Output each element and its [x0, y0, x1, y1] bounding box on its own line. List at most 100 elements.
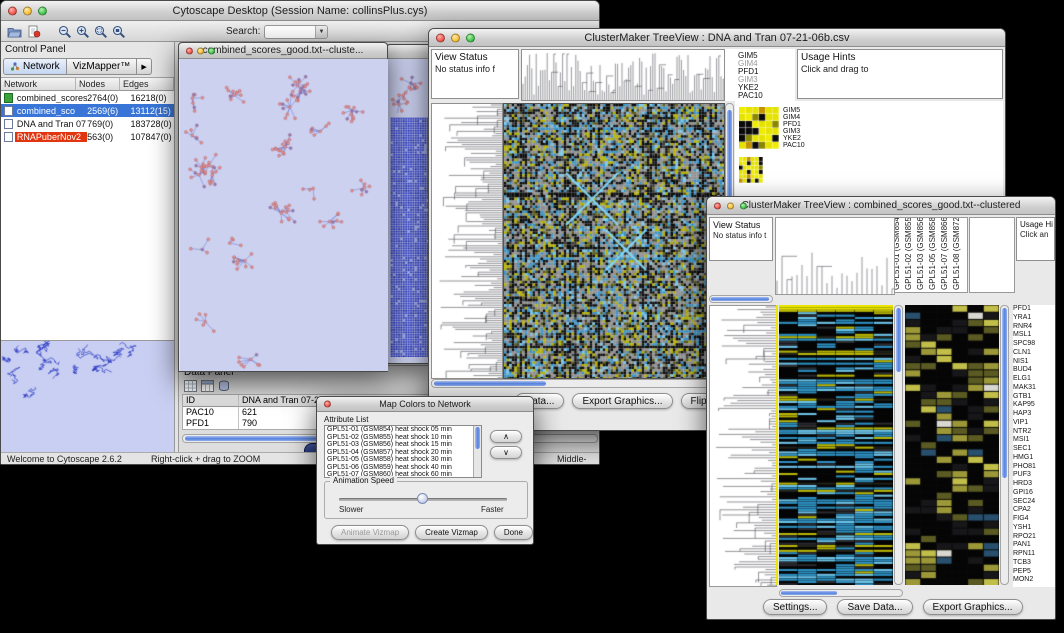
map-colors-dialog[interactable]: Map Colors to Network Attribute List GPL…	[316, 396, 534, 545]
attribute-list[interactable]: GPL51-01 (GSM854) heat shock 05 minGPL51…	[324, 425, 482, 478]
column-header-network[interactable]: Network	[1, 78, 76, 91]
attribute-list-item[interactable]: GPL51-02 (GSM855) heat shock 10 min	[325, 434, 481, 442]
network-list-row[interactable]: combined_scores2764(0)16218(0)	[1, 91, 174, 104]
row-dendrogram[interactable]	[431, 103, 503, 379]
heatmap-vscrollbar[interactable]	[894, 305, 903, 585]
column-dendrogram[interactable]	[775, 217, 895, 295]
network-canvas[interactable]	[180, 59, 388, 371]
attribute-list-item[interactable]: GPL51-03 (GSM856) heat shock 15 min	[325, 441, 481, 449]
zoom-out-icon[interactable]	[57, 24, 73, 39]
dialog-animate-vizmap-button[interactable]: Animate Vizmap	[331, 525, 409, 540]
list-vscrollbar[interactable]	[473, 426, 481, 477]
combined-settings-button[interactable]: Settings...	[763, 599, 827, 615]
attribute-list-item[interactable]: GPL51-06 (GSM859) heat shock 40 min	[325, 464, 481, 472]
network-canvas[interactable]	[389, 61, 431, 113]
window-title: ClusterMaker TreeView : combined_scores_…	[742, 200, 1021, 211]
import-network-icon[interactable]	[26, 24, 42, 39]
attribute-grid-icon[interactable]	[201, 380, 214, 392]
heatmap-hscrollbar[interactable]	[779, 589, 903, 597]
dialog-done-button[interactable]: Done	[494, 525, 533, 540]
dialog-create-vizmap-button[interactable]: Create Vizmap	[415, 525, 488, 540]
view-status-text: No status info f	[432, 63, 518, 75]
network-view-window[interactable]: combined_scores_good.txt--cluste...	[178, 42, 388, 372]
data-column-id[interactable]: ID	[183, 395, 239, 407]
combined-export-graphics-button[interactable]: Export Graphics...	[923, 599, 1023, 615]
close-button[interactable]	[436, 33, 445, 42]
open-folder-icon[interactable]	[6, 24, 22, 39]
gene-label: PEP5	[1013, 568, 1055, 577]
scroll-thumb[interactable]	[434, 381, 546, 386]
dialog-titlebar[interactable]: Map Colors to Network	[317, 397, 533, 412]
tab-overflow-button[interactable]: ▶	[137, 58, 151, 75]
zoom-button[interactable]	[38, 6, 47, 15]
network-list-row[interactable]: RNAPuberNov2563(0)107847(0)	[1, 130, 174, 143]
zoom-button[interactable]	[208, 47, 215, 54]
zoom-heatmap-canvas[interactable]	[905, 305, 999, 585]
attribute-list-item[interactable]: GPL51-05 (GSM858) heat shock 30 min	[325, 456, 481, 464]
combined-save-data-button[interactable]: Save Data...	[837, 599, 912, 615]
scroll-thumb[interactable]	[1002, 308, 1007, 478]
tab-network[interactable]: Network	[3, 58, 67, 75]
dna-export-graphics-button[interactable]: Export Graphics...	[572, 393, 672, 409]
column-dendrogram[interactable]	[521, 49, 725, 101]
scroll-thumb[interactable]	[475, 427, 480, 449]
database-icon[interactable]	[218, 380, 230, 392]
move-up-button[interactable]: ∧	[490, 430, 522, 443]
scroll-thumb[interactable]	[727, 110, 732, 202]
search-input[interactable]: ▼	[264, 25, 328, 39]
main-titlebar[interactable]: Cytoscape Desktop (Session Name: collins…	[1, 1, 599, 21]
network-list-row[interactable]: combined_sco2569(6)13112(15)	[1, 104, 174, 117]
chevron-down-icon[interactable]: ▼	[315, 26, 327, 38]
attribute-list-item[interactable]: GPL51-01 (GSM854) heat shock 05 min	[325, 426, 481, 434]
heatmap-canvas[interactable]	[779, 305, 893, 585]
network-canvas-area[interactable]	[387, 59, 431, 363]
network-window-titlebar[interactable]: combined_scores_good.txt--cluste...	[179, 43, 387, 59]
close-button[interactable]	[714, 202, 721, 209]
scroll-thumb[interactable]	[896, 308, 901, 372]
heatmap-hscrollbar[interactable]	[431, 379, 733, 388]
close-button[interactable]	[8, 6, 17, 15]
minimize-button[interactable]	[23, 6, 32, 15]
attribute-list-item[interactable]: GPL51-04 (GSM857) heat shock 20 min	[325, 449, 481, 457]
gene-label: PAC10	[738, 92, 794, 100]
scroll-thumb[interactable]	[711, 297, 769, 301]
network-list-row[interactable]: DNA and Tran 07769(0)183728(0)	[1, 117, 174, 130]
window-titlebar[interactable]	[387, 45, 431, 59]
column-header-edges[interactable]: Edges	[120, 78, 174, 91]
minimize-button[interactable]	[197, 47, 204, 54]
treeview-combined-titlebar[interactable]: ClusterMaker TreeView : combined_scores_…	[707, 197, 1055, 215]
gene-label: RNR4	[1013, 323, 1055, 332]
network-navigator[interactable]	[1, 340, 174, 452]
zoom-fit-icon[interactable]	[93, 24, 109, 39]
close-button[interactable]	[186, 47, 193, 54]
close-button[interactable]	[324, 401, 331, 408]
network-file-icon	[4, 132, 13, 142]
minimize-button[interactable]	[727, 202, 734, 209]
mini-hscrollbar[interactable]	[709, 295, 773, 303]
scroll-thumb[interactable]	[781, 591, 837, 595]
zoom-button[interactable]	[466, 33, 475, 42]
gene-label: SPC98	[1013, 340, 1055, 349]
zoom-vscrollbar[interactable]	[1000, 305, 1009, 585]
zoom-selected-icon[interactable]	[111, 24, 127, 39]
navigator-canvas[interactable]	[1, 341, 173, 451]
zoom-button[interactable]	[740, 202, 747, 209]
minimize-button[interactable]	[451, 33, 460, 42]
speed-slider-thumb[interactable]	[417, 493, 428, 504]
usage-hints-panel: Usage Hints Click and drag to	[797, 49, 1003, 99]
heatmap-canvas[interactable]	[503, 103, 725, 379]
tab-vizmapper[interactable]: VizMapper™	[67, 58, 138, 75]
gene-label: ELG1	[1013, 375, 1055, 384]
dense-network-canvas[interactable]	[390, 117, 430, 357]
row-dendrogram[interactable]	[709, 305, 777, 587]
treeview-combined-window[interactable]: ClusterMaker TreeView : combined_scores_…	[706, 196, 1056, 620]
correlation-mini-heatmap[interactable]	[739, 107, 779, 149]
treeview-dna-titlebar[interactable]: ClusterMaker TreeView : DNA and Tran 07-…	[429, 29, 1005, 47]
network-view-window-behind[interactable]	[386, 44, 432, 364]
column-header-nodes[interactable]: Nodes	[76, 78, 120, 91]
correlation-mini-heatmap-2[interactable]	[739, 157, 763, 183]
move-down-button[interactable]: ∨	[490, 446, 522, 459]
table-icon[interactable]	[184, 380, 197, 392]
dialog-title: Map Colors to Network	[379, 399, 471, 409]
zoom-in-icon[interactable]	[75, 24, 91, 39]
